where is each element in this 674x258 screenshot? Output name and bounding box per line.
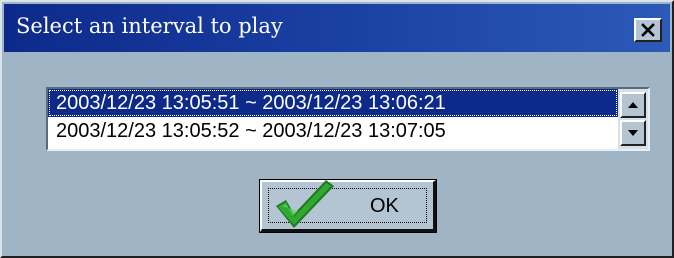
checkmark-icon bbox=[276, 180, 334, 228]
interval-listbox[interactable]: 2003/12/23 13:05:51 ~ 2003/12/23 13:06:2… bbox=[46, 87, 650, 151]
scroll-down-button[interactable] bbox=[620, 120, 646, 146]
vertical-scrollbar[interactable] bbox=[618, 89, 648, 149]
arrow-down-icon bbox=[628, 130, 638, 136]
list-item[interactable]: 2003/12/23 13:05:51 ~ 2003/12/23 13:06:2… bbox=[48, 89, 618, 117]
dialog-window: Select an interval to play 2003/12/23 13… bbox=[0, 0, 674, 258]
title-bar[interactable]: Select an interval to play bbox=[4, 4, 670, 52]
ok-label: OK bbox=[370, 195, 399, 217]
close-x-icon bbox=[641, 23, 655, 37]
arrow-up-icon bbox=[628, 102, 638, 108]
list-item[interactable]: 2003/12/23 13:05:52 ~ 2003/12/23 13:07:0… bbox=[48, 117, 618, 145]
scroll-up-button[interactable] bbox=[620, 92, 646, 118]
close-button[interactable] bbox=[634, 18, 662, 42]
ok-button[interactable]: OK bbox=[259, 179, 437, 233]
window-title: Select an interval to play bbox=[16, 14, 283, 38]
interval-list: 2003/12/23 13:05:51 ~ 2003/12/23 13:06:2… bbox=[48, 89, 618, 149]
